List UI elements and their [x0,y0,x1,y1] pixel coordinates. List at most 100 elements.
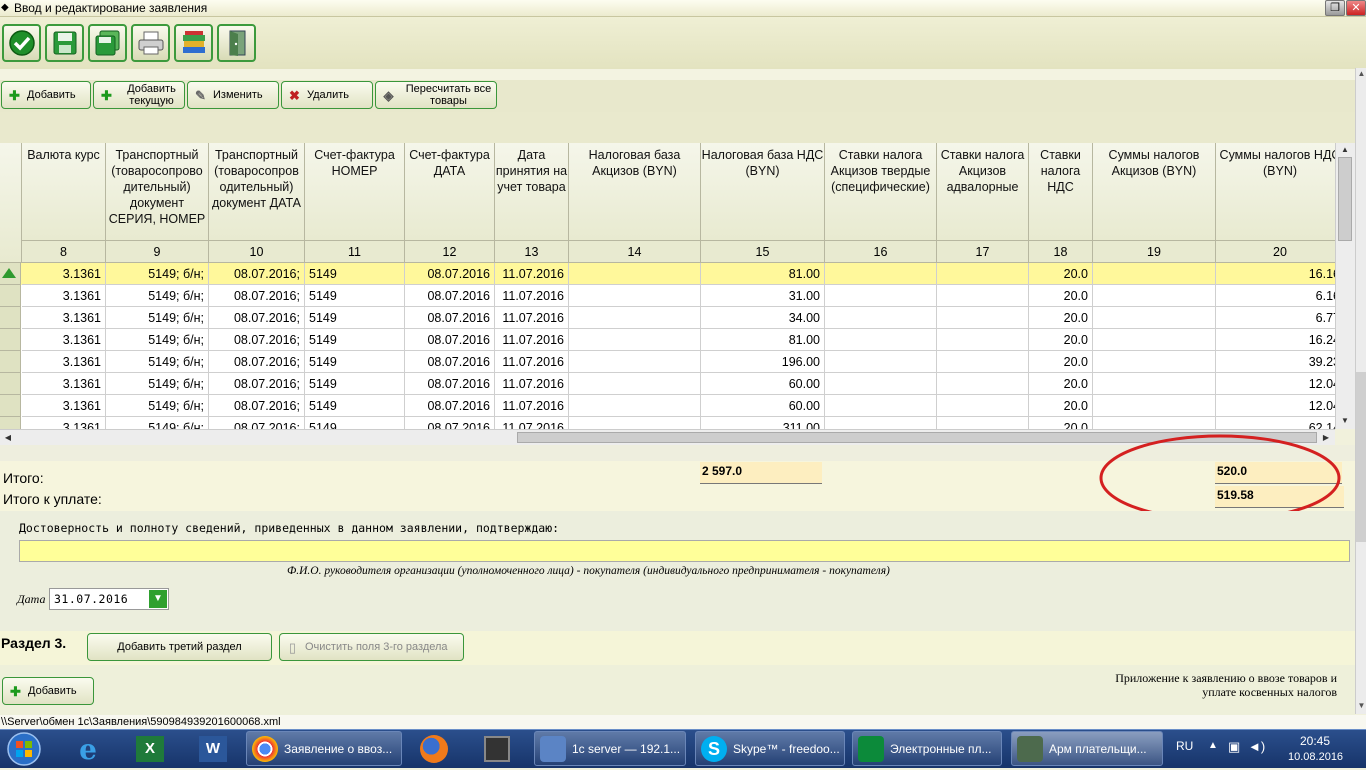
table-cell[interactable]: 08.07.2016 [405,395,495,417]
table-cell[interactable]: 5149 [305,373,405,395]
add-section3-button[interactable]: Добавить третий раздел [87,633,272,661]
column-header[interactable]: Валюта курс [22,143,106,241]
table-cell[interactable] [569,307,701,329]
scroll-up-icon[interactable]: ▲ [1356,68,1366,80]
table-cell[interactable] [825,351,937,373]
task-electronic-payments[interactable]: Электронные пл... [852,731,1002,766]
column-header[interactable]: Счет-фактура ДАТА [405,143,495,241]
table-cell[interactable]: 3.1361 [22,373,106,395]
start-button[interactable] [2,730,46,767]
table-cell[interactable]: 34.00 [701,307,825,329]
column-header[interactable]: Ставки налога Акцизов твердые (специфиче… [825,143,937,241]
table-cell[interactable] [825,307,937,329]
column-header[interactable]: Налоговая база НДС (BYN) [701,143,825,241]
table-cell[interactable]: 5149 [305,395,405,417]
excel-taskbar-icon[interactable]: X [130,732,170,766]
table-cell[interactable] [825,417,937,429]
table-cell[interactable] [569,373,701,395]
table-cell[interactable] [937,263,1029,285]
column-header[interactable]: Ставки налога Акцизов адвалорные [937,143,1029,241]
clock-date[interactable]: 10.08.2016 [1288,751,1343,763]
table-cell[interactable]: 12.04 [1216,395,1335,417]
floppy-taskbar-icon[interactable] [477,732,517,766]
exit-button[interactable] [217,24,256,62]
form-vertical-scrollbar[interactable]: ▲ ▼ [1355,68,1366,714]
table-cell[interactable]: 60.00 [701,373,825,395]
row-indicator[interactable] [0,395,21,417]
table-cell[interactable] [825,263,937,285]
table-row[interactable]: 3.1361 5149; б/н; 08.07.2016; 5149 08.07.201… [0,263,1335,285]
table-cell[interactable]: 5149 [305,307,405,329]
table-cell[interactable]: 5149; б/н; [106,351,209,373]
table-cell[interactable]: 5149 [305,263,405,285]
table-cell[interactable] [569,417,701,429]
table-cell[interactable]: 08.07.2016 [405,263,495,285]
column-header[interactable]: Суммы налогов Акцизов (BYN) [1093,143,1216,241]
column-header[interactable]: Счет-фактура НОМЕР [305,143,405,241]
scroll-left-icon[interactable]: ◀ [1,432,15,444]
clock-time[interactable]: 20:45 [1300,734,1330,748]
table-cell[interactable] [569,263,701,285]
table-cell[interactable] [1093,351,1216,373]
table-cell[interactable]: 3.1361 [22,263,106,285]
language-indicator[interactable]: RU [1176,739,1193,753]
add-appendix-button[interactable]: ✚ Добавить [2,677,94,705]
table-cell[interactable] [1093,417,1216,429]
network-icon[interactable]: ▣ [1228,739,1240,755]
scroll-thumb[interactable] [1356,372,1366,542]
grid-vertical-scrollbar[interactable]: ▲ ▼ [1335,143,1355,429]
row-indicator[interactable] [0,351,21,373]
confirm-button[interactable] [2,24,41,62]
table-cell[interactable]: 08.07.2016 [405,417,495,429]
scroll-up-icon[interactable]: ▲ [1338,144,1352,156]
table-cell[interactable] [825,329,937,351]
close-window-button[interactable]: ✕ [1346,0,1366,16]
table-cell[interactable]: 08.07.2016; [209,395,305,417]
show-hidden-icons-icon[interactable]: ▲ [1208,740,1218,751]
table-cell[interactable]: 20.0 [1029,395,1093,417]
table-cell[interactable] [937,395,1029,417]
table-cell[interactable]: 3.1361 [22,417,106,429]
table-cell[interactable] [1093,373,1216,395]
table-cell[interactable]: 08.07.2016 [405,373,495,395]
table-cell[interactable]: 08.07.2016; [209,285,305,307]
save-button[interactable] [45,24,84,62]
add-current-button[interactable]: ✚ Добавить текущую [93,81,185,109]
table-cell[interactable]: 11.07.2016 [495,373,569,395]
table-row[interactable]: 3.1361 5149; б/н; 08.07.2016; 5149 08.07.201… [0,307,1335,329]
save-all-button[interactable] [88,24,127,62]
table-cell[interactable]: 08.07.2016; [209,329,305,351]
table-cell[interactable] [1093,285,1216,307]
table-cell[interactable]: 39.23 [1216,351,1335,373]
table-row[interactable]: 3.1361 5149; б/н; 08.07.2016; 5149 08.07.201… [0,395,1335,417]
row-indicator[interactable] [0,307,21,329]
table-cell[interactable]: 20.0 [1029,329,1093,351]
table-row[interactable]: 3.1361 5149; б/н; 08.07.2016; 5149 08.07.201… [0,351,1335,373]
fio-input[interactable] [19,540,1350,562]
task-arm-payer[interactable]: Арм плательщи... [1011,731,1163,766]
clear-section3-button[interactable]: ▯ Очистить поля 3-го раздела [279,633,464,661]
table-cell[interactable]: 08.07.2016; [209,373,305,395]
table-cell[interactable]: 5149; б/н; [106,285,209,307]
table-cell[interactable]: 31.00 [701,285,825,307]
table-cell[interactable] [937,307,1029,329]
table-cell[interactable]: 11.07.2016 [495,307,569,329]
row-indicator[interactable] [0,417,21,429]
row-indicator[interactable] [0,263,21,285]
column-header[interactable]: Транспортный (товаросопрово дительный) д… [106,143,209,241]
table-cell[interactable]: 62.14 [1216,417,1335,429]
table-cell[interactable]: 11.07.2016 [495,263,569,285]
column-header[interactable]: Налоговая база Акцизов (BYN) [569,143,701,241]
table-cell[interactable] [569,329,701,351]
column-header[interactable]: Дата принятия на учет товара [495,143,569,241]
table-cell[interactable]: 20.0 [1029,307,1093,329]
table-cell[interactable]: 16.24 [1216,329,1335,351]
table-cell[interactable]: 08.07.2016; [209,263,305,285]
table-cell[interactable]: 5149; б/н; [106,263,209,285]
row-indicator[interactable] [0,373,21,395]
table-cell[interactable] [937,285,1029,307]
table-cell[interactable]: 5149; б/н; [106,329,209,351]
table-cell[interactable] [937,417,1029,429]
volume-icon[interactable]: ◄) [1248,739,1265,754]
table-cell[interactable] [1093,307,1216,329]
